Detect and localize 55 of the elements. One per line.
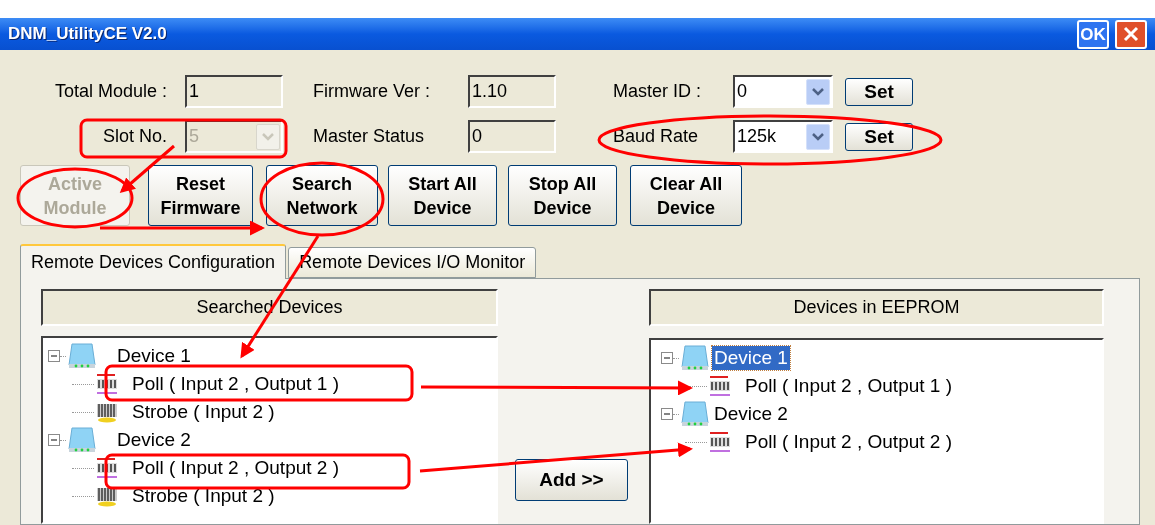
- action-button[interactable]: Stop All Device: [508, 165, 617, 226]
- chevron-down-icon: [812, 87, 824, 96]
- dropdown-field[interactable]: 125k: [733, 120, 833, 153]
- field-label: Master ID :: [613, 81, 701, 101]
- field-label: Firmware Ver :: [313, 81, 431, 101]
- ok-button[interactable]: OK: [1077, 19, 1109, 49]
- add-button[interactable]: Add >>: [515, 459, 628, 501]
- text-field[interactable]: 1: [185, 75, 283, 108]
- tree-view[interactable]: Device 1 Poll ( Input 2 , Output 1 ) Strobe ( Input 2 ) Device 2 Poll ( Input 2 , Output 2 ) Strobe ( Input 2 ): [41, 336, 498, 524]
- tab[interactable]: Remote Devices Configuration: [20, 244, 287, 279]
- collapse-icon[interactable]: [661, 408, 673, 420]
- tree-item[interactable]: Poll ( Input 2 , Output 2 ): [130, 456, 341, 480]
- action-button[interactable]: Search Network: [266, 165, 378, 226]
- tree-item[interactable]: Poll ( Input 2 , Output 2 ): [743, 430, 954, 454]
- chevron-down-icon: [812, 132, 824, 141]
- device-icon: [680, 401, 710, 427]
- tree-item[interactable]: Poll ( Input 2 , Output 1 ): [130, 372, 341, 396]
- field-label: Total Module :: [54, 81, 167, 101]
- poll-icon: [94, 456, 120, 480]
- field-label: Slot No.: [102, 126, 167, 146]
- action-button[interactable]: Clear All Device: [630, 165, 742, 226]
- tree-item[interactable]: Poll ( Input 2 , Output 1 ): [743, 374, 954, 398]
- tree-item[interactable]: Device 2: [712, 402, 790, 426]
- tree-item[interactable]: Device 1: [115, 344, 193, 368]
- device-icon: [67, 343, 97, 369]
- text-field[interactable]: 0: [468, 120, 556, 153]
- pointer-arrow: [119, 144, 175, 193]
- text-field[interactable]: 1.10: [468, 75, 556, 108]
- collapse-icon[interactable]: [48, 350, 60, 362]
- tree-item[interactable]: Strobe ( Input 2 ): [130, 484, 277, 508]
- poll-icon: [707, 374, 733, 398]
- action-button[interactable]: Start All Device: [388, 165, 497, 226]
- tree-item[interactable]: Device 1: [712, 346, 790, 370]
- collapse-icon[interactable]: [48, 434, 60, 446]
- field-label: Baud Rate: [613, 126, 699, 146]
- set-button[interactable]: Set: [845, 122, 913, 151]
- field-label: Master Status: [313, 126, 425, 146]
- column-header: Searched Devices: [41, 289, 498, 326]
- close-button[interactable]: [1115, 19, 1147, 49]
- tree-view[interactable]: Device 1 Poll ( Input 2 , Output 1 ) Device 2 Poll ( Input 2 , Output 2 ): [649, 338, 1104, 524]
- close-icon: [1123, 26, 1139, 42]
- action-button[interactable]: Reset Firmware: [148, 165, 253, 226]
- chevron-down-icon: [262, 132, 274, 141]
- tree-item[interactable]: Device 2: [115, 428, 193, 452]
- poll-icon: [707, 430, 733, 454]
- column-header: Devices in EEPROM: [649, 289, 1104, 326]
- poll-icon: [94, 372, 120, 396]
- collapse-icon[interactable]: [661, 352, 673, 364]
- dropdown-field[interactable]: 0: [733, 75, 833, 108]
- device-icon: [680, 345, 710, 371]
- tree-item[interactable]: Strobe ( Input 2 ): [130, 400, 277, 424]
- device-icon: [67, 427, 97, 453]
- set-button[interactable]: Set: [845, 77, 913, 106]
- window-title: DNM_UtilityCE V2.0: [8, 23, 167, 46]
- tab[interactable]: Remote Devices I/O Monitor: [288, 247, 537, 278]
